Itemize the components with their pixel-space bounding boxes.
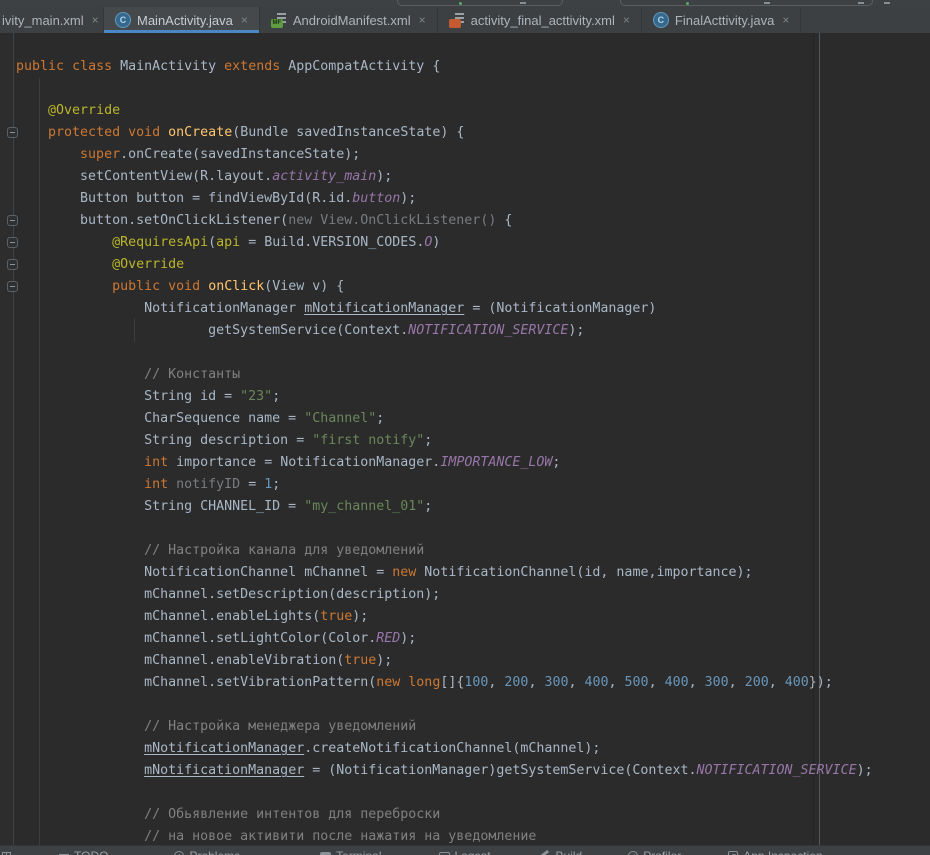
tool-button-todo[interactable]: TODO <box>59 849 108 855</box>
main-toolbar-clipped <box>0 0 930 7</box>
code-line <box>0 34 930 56</box>
tool-button-label: App Inspection <box>743 849 822 855</box>
code-line: String CHANNEL_ID = "my_channel_01"; <box>0 496 930 518</box>
code-line: mChannel.setLightColor(Color.RED); <box>0 628 930 650</box>
tab-label: activity_final_acttivity.xml <box>471 13 615 28</box>
tool-button-logcat[interactable]: Logcat <box>439 849 491 855</box>
tool-button-label: Problems <box>189 849 240 855</box>
code-line: int importance = NotificationManager.IMP… <box>0 452 930 474</box>
code-line: int notifyID = 1; <box>0 474 930 496</box>
device-widget-edge <box>620 0 873 6</box>
editor-tab-bar: ivity_main.xml × C MainActivity.java × MF Andr… <box>0 7 930 33</box>
close-icon[interactable]: × <box>419 14 426 26</box>
tab-label: ivity_main.xml <box>2 13 84 28</box>
manifest-file-icon: MF <box>271 12 287 28</box>
code-line <box>0 518 930 540</box>
tab-mainactivity-java[interactable]: C MainActivity.java × <box>104 7 260 33</box>
close-icon[interactable]: × <box>623 14 630 26</box>
tab-ivity-main-xml[interactable]: ivity_main.xml × <box>0 7 104 33</box>
code-line: String id = "23"; <box>0 386 930 408</box>
tool-button-label: Terminal <box>336 849 381 855</box>
code-line: NotificationManager mNotificationManager… <box>0 298 930 320</box>
code-line: setContentView(R.layout.activity_main); <box>0 166 930 188</box>
tool-window-layout-button[interactable] <box>2 852 11 855</box>
code-line: mChannel.setDescription(description); <box>0 584 930 606</box>
code-line: mChannel.enableLights(true); <box>0 606 930 628</box>
run-config-widget-edge <box>397 0 563 6</box>
tool-button-profiler[interactable]: Profiler <box>628 849 681 855</box>
run-icon <box>459 2 462 5</box>
close-icon[interactable]: × <box>92 14 99 26</box>
toolbar-glyph <box>520 2 526 4</box>
tool-button-label: Profiler <box>643 849 681 855</box>
fold-marker[interactable] <box>7 281 18 292</box>
code-line: mNotificationManager = (NotificationMana… <box>0 760 930 782</box>
android-studio-window: ivity_main.xml × C MainActivity.java × MF Andr… <box>0 0 930 855</box>
code-line <box>0 342 930 364</box>
tool-button-label: Build <box>556 849 583 855</box>
code-line: mChannel.setVibrationPattern(new long[]{… <box>0 672 930 694</box>
close-icon[interactable]: × <box>782 14 789 26</box>
build-icon <box>540 851 551 855</box>
tool-button-problems[interactable]: Problems <box>174 849 240 855</box>
code-line: // Константы <box>0 364 930 386</box>
code-line: CharSequence name = "Channel"; <box>0 408 930 430</box>
layout-xml-file-icon <box>449 12 465 28</box>
code-line: super.onCreate(savedInstanceState); <box>0 144 930 166</box>
toolbar-glyph <box>764 2 770 4</box>
code-line: String description = "first notify"; <box>0 430 930 452</box>
code-line: @Override <box>0 100 930 122</box>
fold-marker[interactable] <box>7 259 18 270</box>
toolbar-glyph <box>858 2 864 4</box>
code-line: getSystemService(Context.NOTIFICATION_SE… <box>0 320 930 342</box>
problems-icon <box>174 851 184 855</box>
code-line: @Override <box>0 254 930 276</box>
tool-window-bar: TODO Problems Terminal Logcat Build Profiler A… <box>0 845 930 855</box>
tab-label: AndroidManifest.xml <box>293 13 411 28</box>
toolbar-glyph <box>884 2 890 4</box>
code-line <box>0 782 930 804</box>
fold-marker[interactable] <box>7 127 18 138</box>
tool-button-app-inspection[interactable]: App Inspection <box>728 849 822 855</box>
code-line: mNotificationManager.createNotificationC… <box>0 738 930 760</box>
code-line <box>0 78 930 100</box>
code-line: // Настройка канала для уведомлений <box>0 540 930 562</box>
tab-finalacttivity-java[interactable]: C FinalActtivity.java × <box>642 7 801 33</box>
java-class-icon: C <box>115 12 131 28</box>
tab-activity-final-acttivity-xml[interactable]: activity_final_acttivity.xml × <box>438 7 642 33</box>
tool-button-build[interactable]: Build <box>540 849 583 855</box>
window-layout-icon <box>2 852 11 855</box>
code-line: // на новое активити после нажатия на ув… <box>0 826 930 845</box>
code-editor[interactable]: public class MainActivity extends AppCom… <box>0 33 930 845</box>
profiler-icon <box>628 851 638 855</box>
fold-marker[interactable] <box>7 237 18 248</box>
code-line: Button button = findViewById(R.id.button… <box>0 188 930 210</box>
code-area: public class MainActivity extends AppCom… <box>0 34 930 845</box>
java-class-icon: C <box>653 12 669 28</box>
app-inspection-icon <box>728 851 738 855</box>
code-line <box>0 694 930 716</box>
run-icon <box>686 2 689 5</box>
tab-label: MainActivity.java <box>137 13 233 28</box>
code-line: // Обьявление интентов для переброски <box>0 804 930 826</box>
code-line: button.setOnClickListener(new View.OnCli… <box>0 210 930 232</box>
close-icon[interactable]: × <box>241 14 248 26</box>
tab-label: FinalActtivity.java <box>675 13 774 28</box>
code-line: public void onClick(View v) { <box>0 276 930 298</box>
code-line: public class MainActivity extends AppCom… <box>0 56 930 78</box>
code-line: // Настройка менеджера уведомлений <box>0 716 930 738</box>
tool-button-label: TODO <box>74 849 108 855</box>
tool-button-terminal[interactable]: Terminal <box>320 849 381 855</box>
code-line: @RequiresApi(api = Build.VERSION_CODES.O… <box>0 232 930 254</box>
tab-androidmanifest-xml[interactable]: MF AndroidManifest.xml × <box>260 7 438 33</box>
code-line: NotificationChannel mChannel = new Notif… <box>0 562 930 584</box>
fold-marker[interactable] <box>7 215 18 226</box>
code-line: protected void onCreate(Bundle savedInst… <box>0 122 930 144</box>
tool-button-label: Logcat <box>455 849 491 855</box>
code-line: mChannel.enableVibration(true); <box>0 650 930 672</box>
